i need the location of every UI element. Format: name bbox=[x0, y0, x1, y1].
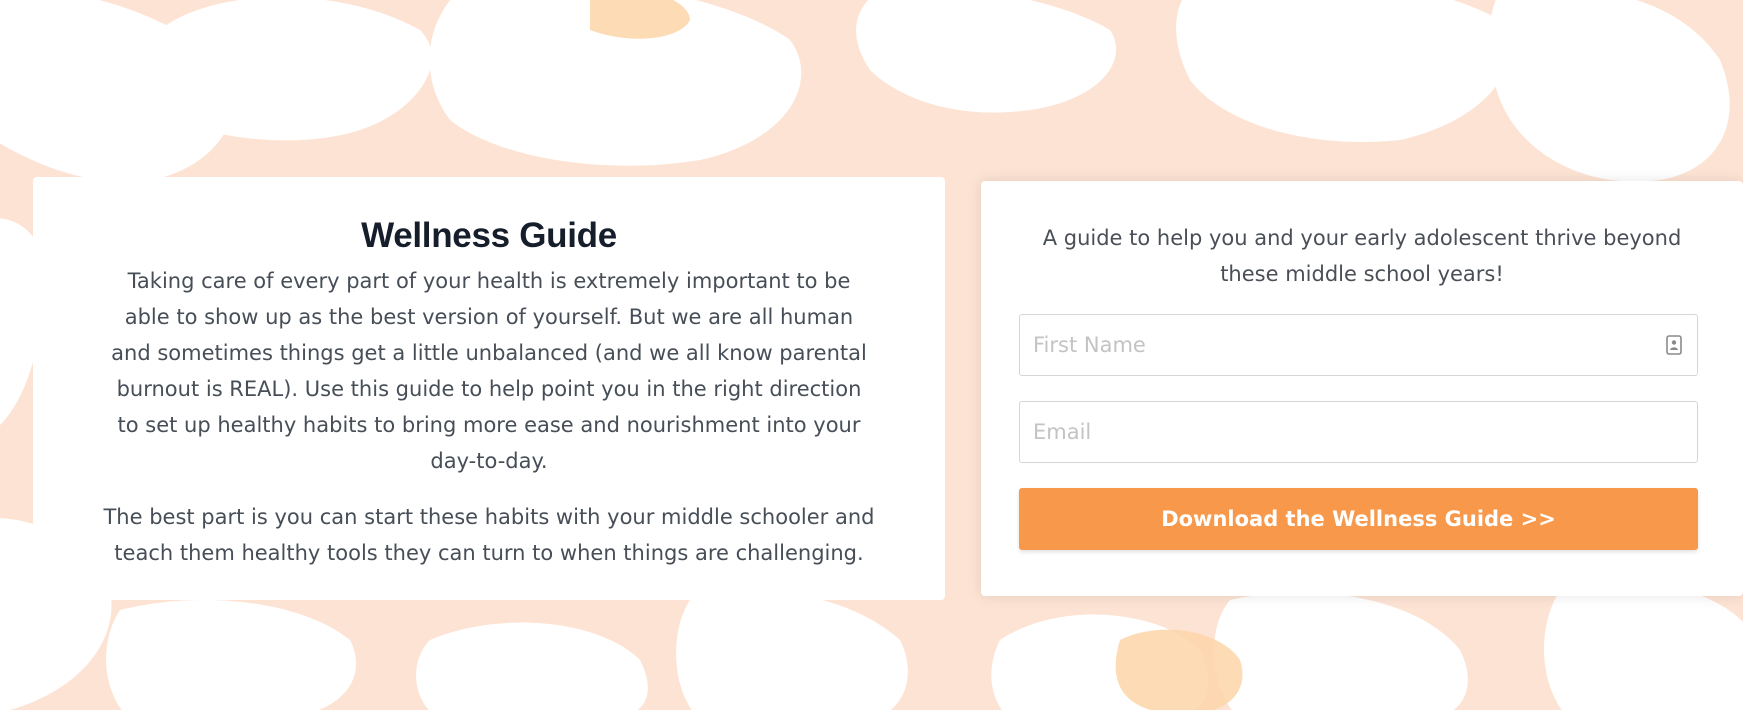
page-title: Wellness Guide bbox=[361, 216, 617, 255]
download-guide-button[interactable]: Download the Wellness Guide >> bbox=[1019, 488, 1698, 550]
secondary-paragraph: The best part is you can start these hab… bbox=[103, 505, 875, 565]
contact-card-icon[interactable] bbox=[1666, 335, 1682, 355]
first-name-input[interactable] bbox=[1020, 315, 1697, 375]
info-card: Wellness Guide Taking care of every part… bbox=[33, 177, 945, 600]
email-input[interactable] bbox=[1020, 402, 1697, 462]
form-tagline: A guide to help you and your early adole… bbox=[1042, 226, 1682, 286]
first-name-field bbox=[1019, 314, 1698, 376]
signup-form-card: A guide to help you and your early adole… bbox=[981, 181, 1743, 596]
intro-paragraph: Taking care of every part of your health… bbox=[111, 269, 867, 473]
email-field bbox=[1019, 401, 1698, 463]
